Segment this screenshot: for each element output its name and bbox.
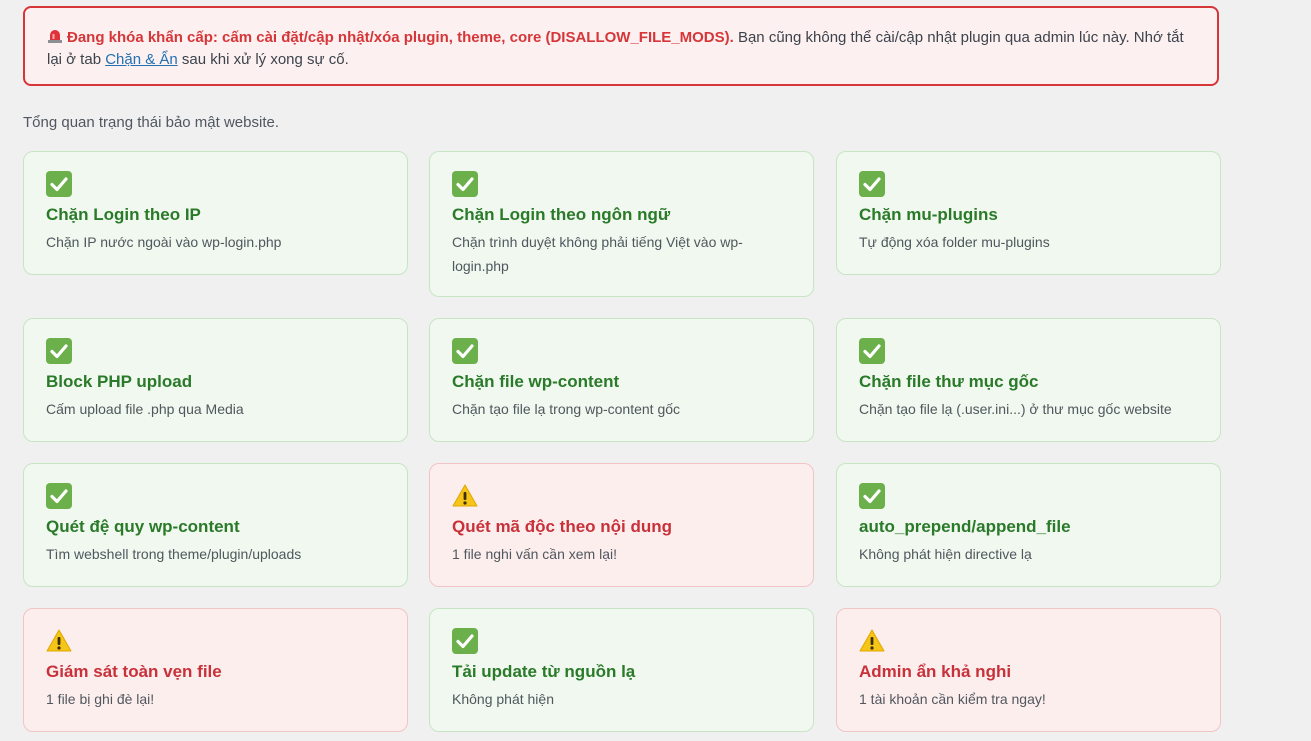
card-title: Chặn mu-plugins (859, 205, 998, 224)
card-desc: Chặn trình duyệt không phải tiếng Việt v… (452, 234, 743, 274)
card-title: Chặn Login theo ngôn ngữ (452, 205, 671, 224)
card-title: Admin ẩn khả nghi (859, 662, 1012, 681)
status-card-hidden-admin: Admin ẩn khả nghi 1 tài khoản cần kiểm t… (836, 608, 1221, 732)
status-card-root-files: Chặn file thư mục gốc Chặn tạo file lạ (… (836, 318, 1221, 442)
check-icon (859, 171, 885, 197)
check-icon (46, 171, 72, 197)
status-card-file-integrity: Giám sát toàn vẹn file 1 file bị ghi đè … (23, 608, 408, 732)
status-card-wp-content-files: Chặn file wp-content Chặn tạo file lạ tr… (429, 318, 814, 442)
status-card-foreign-update-source: Tải update từ nguồn lạ Không phát hiện (429, 608, 814, 732)
card-desc: Chặn tạo file lạ (.user.ini...) ở thư mụ… (859, 401, 1172, 417)
check-icon (859, 483, 885, 509)
alert-text-part2: sau khi xử lý xong sự cố. (177, 51, 349, 68)
security-overview-intro: Tổng quan trạng thái bảo mật website. (23, 114, 279, 131)
card-title: Tải update từ nguồn lạ (452, 662, 636, 681)
check-icon (452, 171, 478, 197)
status-card-login-language: Chặn Login theo ngôn ngữ Chặn trình duyệ… (429, 151, 814, 297)
warning-icon (452, 484, 478, 507)
block-hide-tab-link[interactable]: Chặn & Ẩn (105, 51, 178, 68)
status-card-block-php-upload: Block PHP upload Cấm upload file .php qu… (23, 318, 408, 442)
alert-strong-text: Đang khóa khẩn cấp: cấm cài đặt/cập nhật… (67, 29, 734, 46)
check-icon (452, 338, 478, 364)
siren-icon (48, 30, 62, 43)
card-title: Quét mã độc theo nội dung (452, 517, 673, 536)
card-title: Chặn file wp-content (452, 372, 620, 391)
warning-icon (46, 629, 72, 652)
card-title: Chặn Login theo IP (46, 205, 201, 224)
status-card-auto-prepend: auto_prepend/append_file Không phát hiện… (836, 463, 1221, 587)
card-desc: Không phát hiện (452, 691, 554, 707)
card-desc: Chặn tạo file lạ trong wp-content gốc (452, 401, 681, 417)
card-desc: 1 file nghi vấn cần xem lại! (452, 546, 617, 562)
emergency-lock-alert: Đang khóa khẩn cấp: cấm cài đặt/cập nhật… (23, 6, 1219, 86)
card-title: Chặn file thư mục gốc (859, 372, 1039, 391)
card-title: Block PHP upload (46, 372, 193, 391)
card-desc: 1 file bị ghi đè lại! (46, 691, 155, 707)
check-icon (859, 338, 885, 364)
check-icon (452, 628, 478, 654)
card-desc: Cấm upload file .php qua Media (46, 401, 244, 417)
card-title: auto_prepend/append_file (859, 517, 1071, 536)
card-title: Giám sát toàn vẹn file (46, 662, 222, 681)
status-card-login-ip: Chặn Login theo IP Chặn IP nước ngoài và… (23, 151, 408, 275)
warning-icon (859, 629, 885, 652)
status-card-recursive-scan: Quét đệ quy wp-content Tìm webshell tron… (23, 463, 408, 587)
card-desc: Tìm webshell trong theme/plugin/uploads (46, 546, 302, 562)
card-desc: Chặn IP nước ngoài vào wp-login.php (46, 234, 282, 250)
card-desc: Không phát hiện directive lạ (859, 546, 1032, 562)
status-card-mu-plugins: Chặn mu-plugins Tự động xóa folder mu-pl… (836, 151, 1221, 275)
check-icon (46, 483, 72, 509)
card-desc: Tự động xóa folder mu-plugins (859, 234, 1050, 250)
check-icon (46, 338, 72, 364)
card-desc: 1 tài khoản cần kiểm tra ngay! (859, 691, 1046, 707)
status-card-malware-content-scan: Quét mã độc theo nội dung 1 file nghi vấ… (429, 463, 814, 587)
card-title: Quét đệ quy wp-content (46, 517, 240, 536)
